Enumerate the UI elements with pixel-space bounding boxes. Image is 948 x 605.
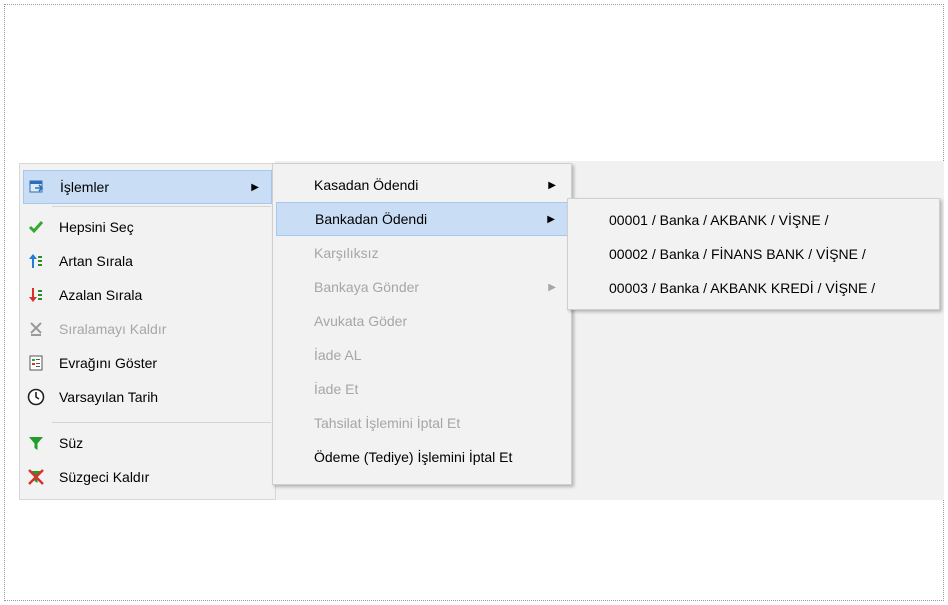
submenu-item-bankadan-odendi[interactable]: Bankadan Ödendi ▶ (276, 202, 568, 236)
menu-item-label: Varsayılan Tarih (59, 389, 159, 405)
menu-item-label: Avukata Göder (314, 313, 408, 329)
bank-submenu: 00001 / Banka / AKBANK / VİŞNE / 00002 /… (567, 198, 940, 310)
menu-item-label: 00001 / Banka / AKBANK / VİŞNE / (609, 212, 829, 228)
document-icon (27, 354, 45, 372)
submenu-item-avukata-goder[interactable]: Avukata Göder (276, 304, 568, 338)
menu-item-label: Bankaya Gönder (314, 279, 420, 295)
submenu-item-iade-et[interactable]: İade Et (276, 372, 568, 406)
submenu-item-kasadan-odendi[interactable]: Kasadan Ödendi ▶ (276, 168, 568, 202)
menu-item-label: Azalan Sırala (59, 287, 143, 303)
menu-item-label: Evrağını Göster (59, 355, 158, 371)
menu-item-label: Kasadan Ödendi (314, 177, 419, 193)
islemler-icon (28, 178, 46, 196)
sort-ascending-icon (27, 252, 45, 270)
checkmark-icon (27, 218, 45, 236)
menu-item-evragini-goster[interactable]: Evrağını Göster (23, 346, 272, 380)
submenu-item-iade-al[interactable]: İade AL (276, 338, 568, 372)
menu-item-artan-sirala[interactable]: Artan Sırala (23, 244, 272, 278)
context-menu: İşlemler ▶ Hepsini Seç Artan Sırala Azal… (19, 163, 276, 500)
submenu-item-tahsilat-iptal[interactable]: Tahsilat İşlemini İptal Et (276, 406, 568, 440)
menu-item-varsayilan-tarih[interactable]: Varsayılan Tarih (23, 380, 272, 414)
bank-item-akbank[interactable]: 00001 / Banka / AKBANK / VİŞNE / (571, 203, 936, 237)
menu-item-label: Tahsilat İşlemini İptal Et (314, 415, 461, 431)
menu-item-label: 00003 / Banka / AKBANK KREDİ / VİŞNE / (609, 280, 876, 296)
filter-icon (27, 434, 45, 452)
menu-item-label: 00002 / Banka / FİNANS BANK / VİŞNE / (609, 246, 866, 262)
submenu-item-odeme-iptal[interactable]: Ödeme (Tediye) İşlemini İptal Et (276, 440, 568, 474)
menu-item-hepsini-sec[interactable]: Hepsini Seç (23, 210, 272, 244)
islemler-submenu: Kasadan Ödendi ▶ Bankadan Ödendi ▶ Karşı… (272, 163, 572, 485)
menu-item-label: İşlemler (60, 179, 110, 195)
menu-item-label: Süz (59, 435, 84, 451)
menu-separator (52, 422, 271, 423)
menu-item-azalan-sirala[interactable]: Azalan Sırala (23, 278, 272, 312)
menu-item-islemler[interactable]: İşlemler ▶ (23, 170, 272, 204)
submenu-item-karsiliksiz[interactable]: Karşılıksız (276, 236, 568, 270)
submenu-arrow-icon: ▶ (251, 181, 259, 193)
remove-sort-icon (27, 320, 45, 338)
menu-item-suz[interactable]: Süz (23, 426, 272, 460)
submenu-item-bankaya-gonder[interactable]: Bankaya Gönder ▶ (276, 270, 568, 304)
submenu-arrow-icon: ▶ (548, 179, 556, 191)
sort-descending-icon (27, 286, 45, 304)
menu-item-label: Sıralamayı Kaldır (59, 321, 167, 337)
submenu-arrow-icon: ▶ (548, 281, 556, 293)
menu-item-label: Hepsini Seç (59, 219, 134, 235)
menu-separator (52, 206, 271, 207)
menu-item-label: Süzgeci Kaldır (59, 469, 150, 485)
menu-item-label: İade Et (314, 381, 359, 397)
bank-item-akbank-kredi[interactable]: 00003 / Banka / AKBANK KREDİ / VİŞNE / (571, 271, 936, 305)
bank-item-finansbank[interactable]: 00002 / Banka / FİNANS BANK / VİŞNE / (571, 237, 936, 271)
menu-item-siralamayi-kaldir[interactable]: Sıralamayı Kaldır (23, 312, 272, 346)
menu-item-label: Karşılıksız (314, 245, 379, 261)
menu-item-label: Bankadan Ödendi (315, 211, 428, 227)
menu-item-label: Ödeme (Tediye) İşlemini İptal Et (314, 449, 513, 465)
menu-item-label: İade AL (314, 347, 362, 363)
remove-filter-icon (27, 468, 45, 486)
submenu-arrow-icon: ▶ (547, 213, 555, 225)
menu-item-suzgeci-kaldir[interactable]: Süzgeci Kaldır (23, 460, 272, 494)
menu-item-label: Artan Sırala (59, 253, 133, 269)
clock-icon (27, 388, 45, 406)
